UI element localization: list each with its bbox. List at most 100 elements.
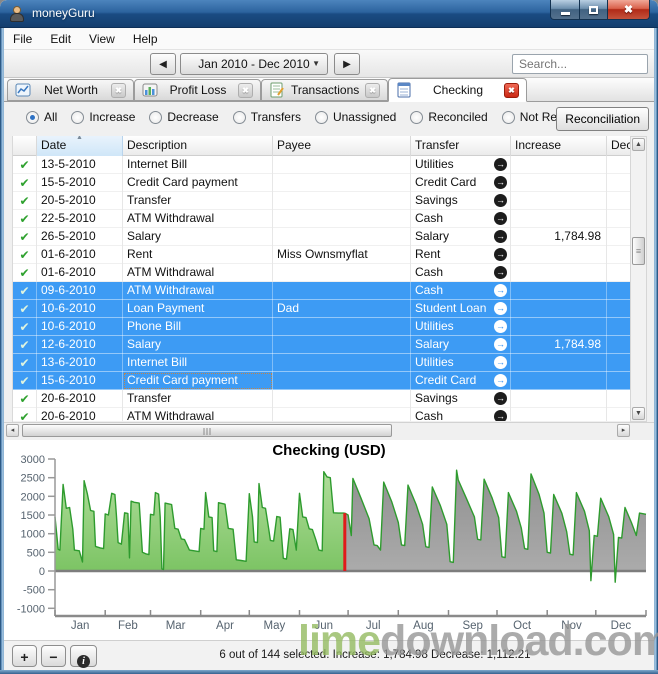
horizontal-scrollbar[interactable]: ◂ ▸ [4, 422, 654, 438]
menu-help[interactable]: Help [124, 28, 167, 50]
column-header-transfer[interactable]: Transfer [411, 136, 511, 156]
tab-transactions[interactable]: Transactions✖ [261, 79, 388, 101]
table-body: ✔13-5-2010Internet BillUtilities→✔15-5-2… [13, 156, 631, 422]
scroll-down-icon: ▼ [635, 410, 642, 417]
cell-date: 22-5-2010 [37, 210, 123, 228]
radio-circle-icon [71, 111, 84, 124]
reconciled-check-icon: ✔ [13, 390, 37, 408]
tab-close-icon[interactable]: ✖ [238, 83, 253, 98]
tab-profit-loss[interactable]: Profit Loss✖ [134, 79, 261, 101]
column-header-decrease[interactable]: Decrease [607, 136, 631, 156]
goto-transfer-arrow-icon[interactable]: → [494, 230, 507, 243]
cell-date: 20-6-2010 [37, 390, 123, 408]
cell-payee [273, 264, 411, 282]
table-row[interactable]: ✔12-6-2010SalarySalary→1,784.98 [13, 336, 631, 354]
menu-file[interactable]: File [4, 28, 41, 50]
column-header-description[interactable]: Description [123, 136, 273, 156]
goto-transfer-arrow-icon[interactable]: → [494, 212, 507, 225]
goto-transfer-arrow-icon[interactable]: → [494, 158, 507, 171]
scroll-right-button[interactable]: ▸ [617, 424, 630, 437]
scroll-up-icon: ▲ [635, 141, 642, 148]
next-period-button[interactable]: ▶ [334, 53, 360, 75]
table-row[interactable]: ✔13-6-2010Internet BillUtilities→ [13, 354, 631, 372]
table-row[interactable]: ✔26-5-2010SalarySalary→1,784.98 [13, 228, 631, 246]
prev-period-button[interactable]: ◀ [150, 53, 176, 75]
menu-view[interactable]: View [80, 28, 124, 50]
cell-payee [273, 390, 411, 408]
maximize-button[interactable] [580, 0, 608, 20]
svg-text:2500: 2500 [21, 473, 45, 485]
titlebar[interactable]: moneyGuru ✖ [0, 0, 658, 28]
goto-transfer-arrow-icon[interactable]: → [494, 176, 507, 189]
goto-transfer-arrow-icon[interactable]: → [494, 410, 507, 422]
svg-text:May: May [264, 620, 286, 632]
close-icon: ✖ [624, 3, 633, 16]
cell-description: ATM Withdrawal [123, 264, 273, 282]
column-header-reconciled[interactable] [13, 136, 37, 156]
add-transaction-button[interactable]: + [12, 645, 37, 667]
goto-transfer-arrow-icon[interactable]: → [494, 248, 507, 261]
table-row[interactable]: ✔10-6-2010Phone BillUtilities→ [13, 318, 631, 336]
goto-transfer-arrow-icon[interactable]: → [494, 356, 507, 369]
reconciliation-button[interactable]: Reconciliation [556, 107, 649, 131]
column-header-date[interactable]: Date▲ [37, 136, 123, 156]
tab-close-icon[interactable]: ✖ [111, 83, 126, 98]
table-row[interactable]: ✔13-5-2010Internet BillUtilities→ [13, 156, 631, 174]
vertical-scrollbar-thumb[interactable]: ≡ [632, 237, 645, 265]
close-button[interactable]: ✖ [608, 0, 650, 20]
tab-checking[interactable]: Checking ✖ [388, 78, 527, 102]
scroll-down-button[interactable]: ▼ [632, 407, 645, 420]
column-header-increase[interactable]: Increase [511, 136, 607, 156]
table-row[interactable]: ✔15-6-2010Credit Card paymentCredit Card… [13, 372, 631, 390]
column-header-payee[interactable]: Payee [273, 136, 411, 156]
search-input[interactable] [512, 54, 648, 74]
table-row[interactable]: ✔10-6-2010Loan PaymentDadStudent Loan→ [13, 300, 631, 318]
horizontal-scrollbar-thumb[interactable] [22, 424, 392, 437]
reconciled-check-icon: ✔ [13, 156, 37, 174]
transactions-icon [269, 82, 285, 98]
table-row[interactable]: ✔01-6-2010RentMiss OwnsmyflatRent→ [13, 246, 631, 264]
table-row[interactable]: ✔01-6-2010ATM WithdrawalCash→ [13, 264, 631, 282]
filter-radio-group: All Increase Decrease Transfers Unassigned Re… [26, 110, 601, 124]
cell-transfer: Savings→ [411, 390, 511, 408]
filter-radio-increase[interactable]: Increase [71, 110, 135, 124]
table-row[interactable]: ✔09-6-2010ATM WithdrawalCash→ [13, 282, 631, 300]
date-range-dropdown[interactable]: Jan 2010 - Dec 2010 ▼ [180, 53, 328, 75]
scroll-up-button[interactable]: ▲ [632, 138, 645, 151]
filter-radio-reconciled[interactable]: Reconciled [410, 110, 487, 124]
filter-radio-all[interactable]: All [26, 110, 57, 124]
table-row[interactable]: ✔22-5-2010ATM WithdrawalCash→ [13, 210, 631, 228]
goto-transfer-arrow-icon[interactable]: → [494, 374, 507, 387]
remove-transaction-button[interactable]: − [41, 645, 66, 667]
vertical-scrollbar[interactable]: ▲ ≡ ▼ [630, 136, 647, 422]
tab-net-worth[interactable]: Net Worth✖ [7, 79, 134, 101]
table-row[interactable]: ✔15-5-2010Credit Card paymentCredit Card… [13, 174, 631, 192]
goto-transfer-arrow-icon[interactable]: → [494, 284, 507, 297]
goto-transfer-arrow-icon[interactable]: → [494, 392, 507, 405]
filter-radio-unassigned[interactable]: Unassigned [315, 110, 396, 124]
tab-label: Checking [418, 83, 498, 97]
goto-transfer-arrow-icon[interactable]: → [494, 320, 507, 333]
goto-transfer-arrow-icon[interactable]: → [494, 194, 507, 207]
cell-decrease [607, 300, 631, 318]
goto-transfer-arrow-icon[interactable]: → [494, 266, 507, 279]
window-content: FileEditViewHelp ◀ Jan 2010 - Dec 2010 ▼… [4, 28, 654, 670]
filter-radio-transfers[interactable]: Transfers [233, 110, 301, 124]
minimize-button[interactable] [550, 0, 580, 20]
table-row[interactable]: ✔20-5-2010TransferSavings→ [13, 192, 631, 210]
table-row[interactable]: ✔20-6-2010TransferSavings→ [13, 390, 631, 408]
info-button[interactable]: i [70, 645, 97, 667]
table-row[interactable]: ✔20-6-2010ATM WithdrawalCash→ [13, 408, 631, 422]
filter-radio-decrease[interactable]: Decrease [149, 110, 218, 124]
scroll-left-button[interactable]: ◂ [6, 424, 19, 437]
tab-close-icon[interactable]: ✖ [365, 83, 380, 98]
chevron-down-icon: ▼ [312, 54, 320, 74]
cell-transfer: Salary→ [411, 228, 511, 246]
menu-edit[interactable]: Edit [41, 28, 80, 50]
net-worth-chart-icon [15, 82, 31, 98]
reconciled-check-icon: ✔ [13, 174, 37, 192]
radio-circle-icon [26, 111, 39, 124]
goto-transfer-arrow-icon[interactable]: → [494, 338, 507, 351]
goto-transfer-arrow-icon[interactable]: → [494, 302, 507, 315]
tab-close-icon[interactable]: ✖ [504, 83, 519, 98]
